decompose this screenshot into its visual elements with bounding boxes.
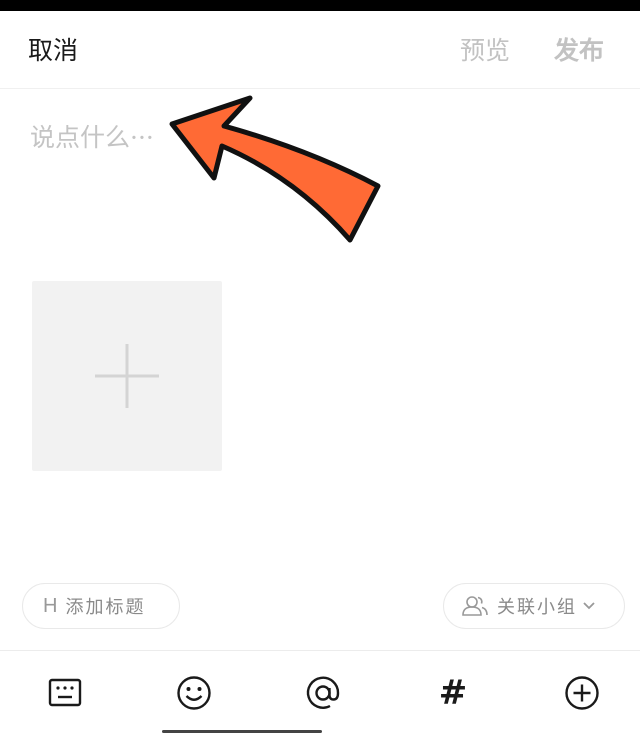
emoji-button[interactable]	[174, 673, 214, 713]
post-text-input[interactable]: 说点什么···	[30, 118, 610, 258]
keyboard-icon	[48, 678, 82, 707]
add-image-button[interactable]	[32, 281, 222, 471]
link-group-button[interactable]: 关联小组	[443, 583, 625, 629]
top-bar: 取消 预览 发布	[0, 11, 640, 89]
preview-button[interactable]: 预览	[460, 31, 510, 67]
at-icon	[306, 676, 340, 709]
emoji-icon	[177, 676, 211, 710]
hashtag-button[interactable]: #	[433, 673, 473, 713]
bottom-toolbar: #	[0, 650, 640, 733]
add-title-label: 添加标题	[65, 597, 146, 618]
keyboard-button[interactable]	[45, 673, 85, 713]
chevron-down-icon	[583, 602, 595, 610]
users-icon	[462, 596, 488, 616]
mention-button[interactable]	[303, 673, 343, 713]
link-group-label: 关联小组	[497, 597, 577, 618]
status-bar	[0, 0, 640, 11]
heading-icon: H	[43, 594, 58, 617]
cancel-button[interactable]: 取消	[28, 31, 78, 67]
more-button[interactable]	[562, 673, 602, 713]
plus-circle-icon	[565, 676, 599, 710]
hashtag-icon: #	[438, 673, 468, 713]
publish-button[interactable]: 发布	[554, 31, 604, 67]
plus-icon	[95, 344, 159, 408]
add-title-button[interactable]: H 添加标题	[22, 583, 180, 629]
